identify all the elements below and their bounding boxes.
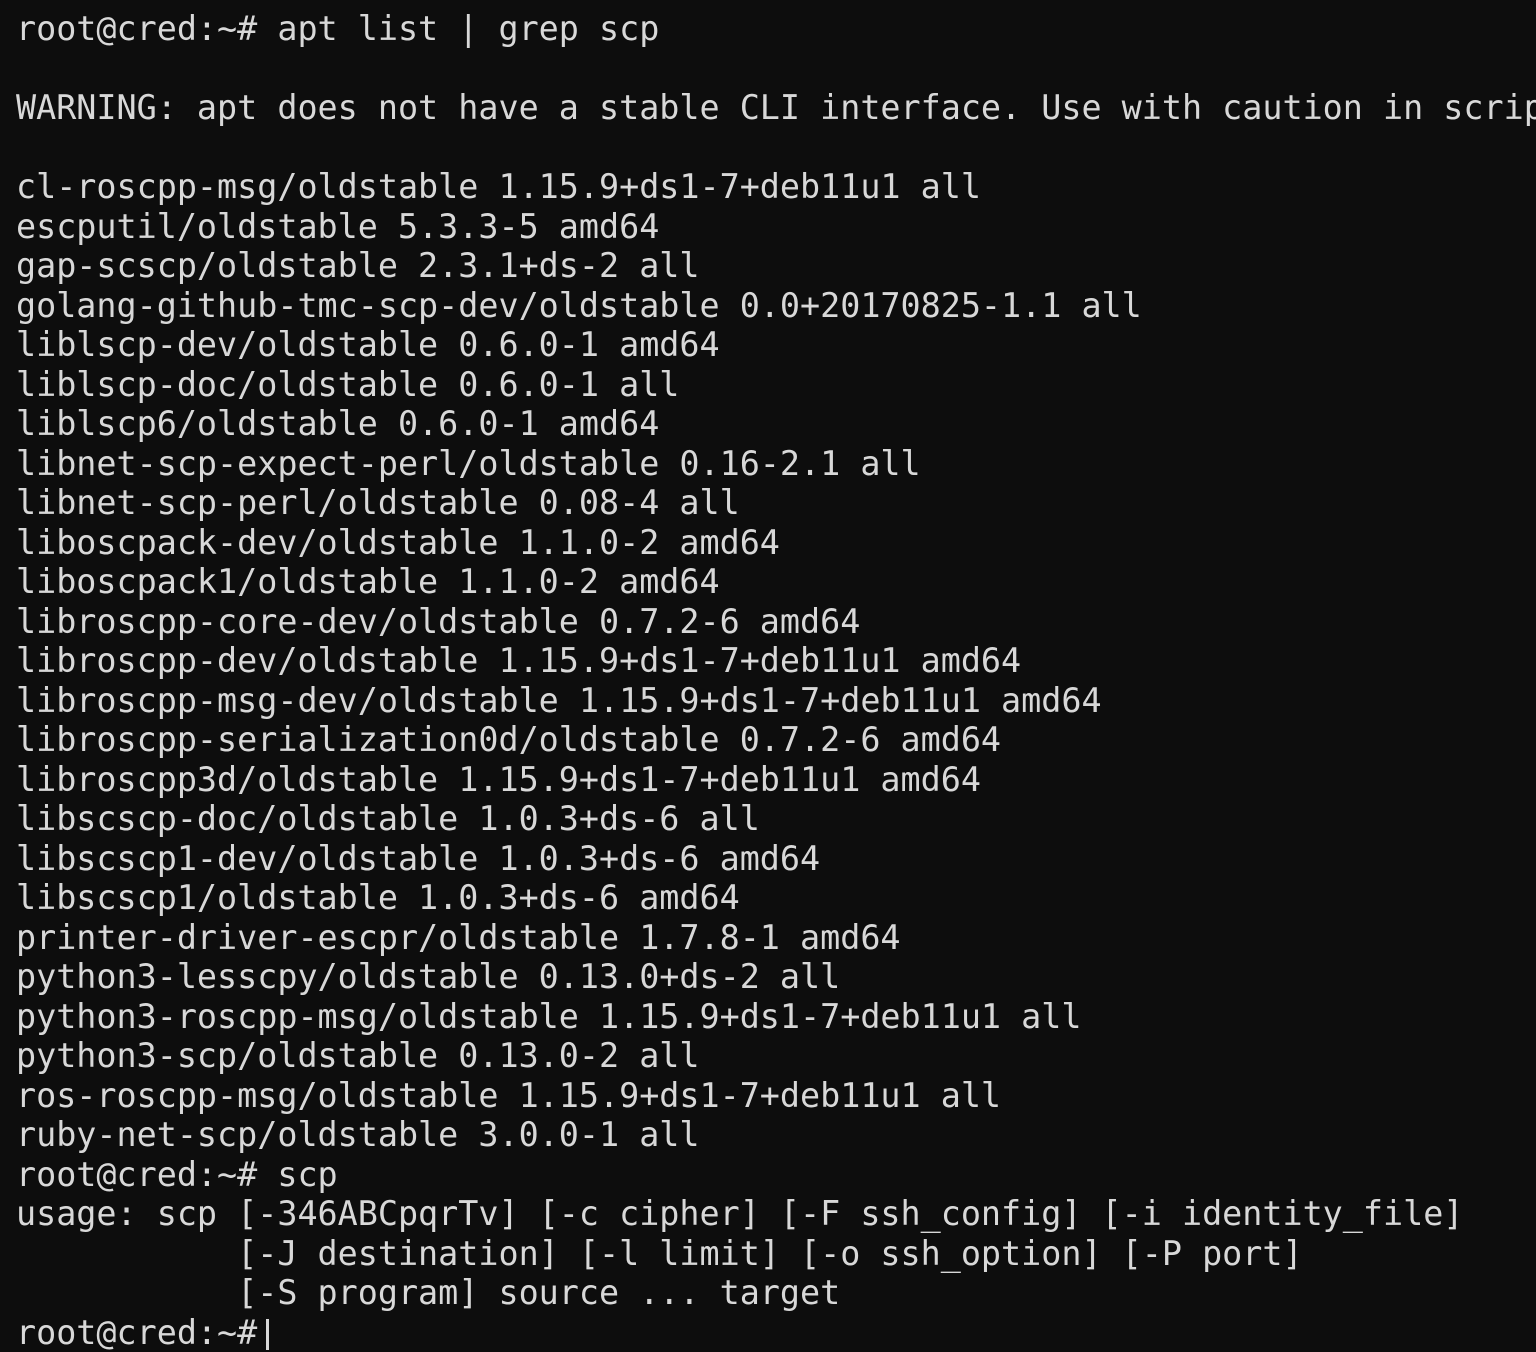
terminal-output-text: golang-github-tmc-scp-dev/oldstable 0.0+… — [16, 286, 1142, 325]
terminal-line-pkg-libroscpp-dev: libroscpp-dev/oldstable 1.15.9+ds1-7+deb… — [16, 641, 1536, 681]
terminal-output-text: printer-driver-escpr/oldstable 1.7.8-1 a… — [16, 918, 901, 957]
terminal-line-pkg-printer-driver-escpr: printer-driver-escpr/oldstable 1.7.8-1 a… — [16, 918, 1536, 958]
terminal-output-text: cl-roscpp-msg/oldstable 1.15.9+ds1-7+deb… — [16, 167, 981, 206]
terminal-output-text: libnet-scp-perl/oldstable 0.08-4 all — [16, 483, 740, 522]
terminal-line-cmd-apt-list: root@cred:~# apt list | grep scp — [16, 9, 1536, 49]
terminal-output-text: liboscpack-dev/oldstable 1.1.0-2 amd64 — [16, 523, 780, 562]
terminal-line-pkg-python3-roscpp-msg: python3-roscpp-msg/oldstable 1.15.9+ds1-… — [16, 997, 1536, 1037]
terminal-line-pkg-libscscp1-dev: libscscp1-dev/oldstable 1.0.3+ds-6 amd64 — [16, 839, 1536, 879]
terminal-line-pkg-libroscpp-core-dev: libroscpp-core-dev/oldstable 0.7.2-6 amd… — [16, 602, 1536, 642]
terminal-output-text: python3-scp/oldstable 0.13.0-2 all — [16, 1036, 700, 1075]
terminal-screen[interactable]: root@cred:~# apt list | grep scp WARNING… — [0, 0, 1536, 1344]
terminal-line-pkg-python3-lesscpy: python3-lesscpy/oldstable 0.13.0+ds-2 al… — [16, 957, 1536, 997]
terminal-output-text: libroscpp-serialization0d/oldstable 0.7.… — [16, 720, 1001, 759]
terminal-output-text: libroscpp3d/oldstable 1.15.9+ds1-7+deb11… — [16, 760, 981, 799]
terminal-line-cmd-scp: root@cred:~# scp — [16, 1155, 1536, 1195]
terminal-output-text: usage: scp [-346ABCpqrTv] [-c cipher] [-… — [16, 1194, 1463, 1233]
terminal-line-pkg-escputil: escputil/oldstable 5.3.3-5 amd64 — [16, 207, 1536, 247]
terminal-output-text: libroscpp-dev/oldstable 1.15.9+ds1-7+deb… — [16, 641, 1021, 680]
terminal-line-pkg-libscscp1: libscscp1/oldstable 1.0.3+ds-6 amd64 — [16, 878, 1536, 918]
terminal-line-pkg-python3-scp: python3-scp/oldstable 0.13.0-2 all — [16, 1036, 1536, 1076]
terminal-line-usage-line-3: [-S program] source ... target — [16, 1273, 1536, 1313]
terminal-line-prompt-final: root@cred:~# — [16, 1313, 1536, 1352]
text-cursor — [266, 1319, 269, 1350]
terminal-line-pkg-libnet-scp-expect-perl: libnet-scp-expect-perl/oldstable 0.16-2.… — [16, 444, 1536, 484]
terminal-prompt-text: root@cred:~# apt list | grep scp — [16, 9, 659, 48]
terminal-line-blank-1 — [16, 49, 1536, 89]
terminal-output-text: liblscp-doc/oldstable 0.6.0-1 all — [16, 365, 679, 404]
terminal-output-text: WARNING: apt does not have a stable CLI … — [16, 88, 1536, 127]
terminal-line-pkg-liboscpack1: liboscpack1/oldstable 1.1.0-2 amd64 — [16, 562, 1536, 602]
terminal-prompt-text: root@cred:~# — [16, 1313, 257, 1352]
terminal-output-text: liblscp6/oldstable 0.6.0-1 amd64 — [16, 404, 659, 443]
terminal-line-pkg-golang-github-tmc-scp-dev: golang-github-tmc-scp-dev/oldstable 0.0+… — [16, 286, 1536, 326]
terminal-output-text: libscscp1-dev/oldstable 1.0.3+ds-6 amd64 — [16, 839, 820, 878]
terminal-line-warning: WARNING: apt does not have a stable CLI … — [16, 88, 1536, 128]
terminal-output-text: libscscp-doc/oldstable 1.0.3+ds-6 all — [16, 799, 760, 838]
terminal-line-pkg-cl-roscpp-msg: cl-roscpp-msg/oldstable 1.15.9+ds1-7+deb… — [16, 167, 1536, 207]
terminal-output-text: liblscp-dev/oldstable 0.6.0-1 amd64 — [16, 325, 720, 364]
terminal-line-pkg-libroscpp-serialization0d: libroscpp-serialization0d/oldstable 0.7.… — [16, 720, 1536, 760]
terminal-line-pkg-libroscpp-msg-dev: libroscpp-msg-dev/oldstable 1.15.9+ds1-7… — [16, 681, 1536, 721]
terminal-output-text: ruby-net-scp/oldstable 3.0.0-1 all — [16, 1115, 700, 1154]
terminal-output-text: libroscpp-core-dev/oldstable 0.7.2-6 amd… — [16, 602, 860, 641]
terminal-output-text: [-J destination] [-l limit] [-o ssh_opti… — [16, 1234, 1303, 1273]
terminal-output-text: gap-scscp/oldstable 2.3.1+ds-2 all — [16, 246, 700, 285]
terminal-line-pkg-ros-roscpp-msg: ros-roscpp-msg/oldstable 1.15.9+ds1-7+de… — [16, 1076, 1536, 1116]
terminal-output-text: python3-lesscpy/oldstable 0.13.0+ds-2 al… — [16, 957, 840, 996]
terminal-line-pkg-libscscp-doc: libscscp-doc/oldstable 1.0.3+ds-6 all — [16, 799, 1536, 839]
terminal-line-usage-line-1: usage: scp [-346ABCpqrTv] [-c cipher] [-… — [16, 1194, 1536, 1234]
terminal-line-pkg-liblscp6: liblscp6/oldstable 0.6.0-1 amd64 — [16, 404, 1536, 444]
terminal-line-pkg-gap-scscp: gap-scscp/oldstable 2.3.1+ds-2 all — [16, 246, 1536, 286]
terminal-output-text: [-S program] source ... target — [16, 1273, 840, 1312]
terminal-line-pkg-liblscp-dev: liblscp-dev/oldstable 0.6.0-1 amd64 — [16, 325, 1536, 365]
terminal-output-text: liboscpack1/oldstable 1.1.0-2 amd64 — [16, 562, 720, 601]
terminal-output-text: ros-roscpp-msg/oldstable 1.15.9+ds1-7+de… — [16, 1076, 1001, 1115]
terminal-prompt-text: root@cred:~# scp — [16, 1155, 338, 1194]
terminal-line-pkg-ruby-net-scp: ruby-net-scp/oldstable 3.0.0-1 all — [16, 1115, 1536, 1155]
terminal-line-usage-line-2: [-J destination] [-l limit] [-o ssh_opti… — [16, 1234, 1536, 1274]
terminal-output-text: libnet-scp-expect-perl/oldstable 0.16-2.… — [16, 444, 921, 483]
terminal-line-pkg-liblscp-doc: liblscp-doc/oldstable 0.6.0-1 all — [16, 365, 1536, 405]
terminal-line-pkg-libroscpp3d: libroscpp3d/oldstable 1.15.9+ds1-7+deb11… — [16, 760, 1536, 800]
terminal-output-text: libroscpp-msg-dev/oldstable 1.15.9+ds1-7… — [16, 681, 1102, 720]
terminal-line-pkg-liboscpack-dev: liboscpack-dev/oldstable 1.1.0-2 amd64 — [16, 523, 1536, 563]
terminal-line-pkg-libnet-scp-perl: libnet-scp-perl/oldstable 0.08-4 all — [16, 483, 1536, 523]
terminal-line-blank-2 — [16, 128, 1536, 168]
terminal-output-text: escputil/oldstable 5.3.3-5 amd64 — [16, 207, 659, 246]
terminal-output-text: libscscp1/oldstable 1.0.3+ds-6 amd64 — [16, 878, 740, 917]
terminal-output-text: python3-roscpp-msg/oldstable 1.15.9+ds1-… — [16, 997, 1081, 1036]
